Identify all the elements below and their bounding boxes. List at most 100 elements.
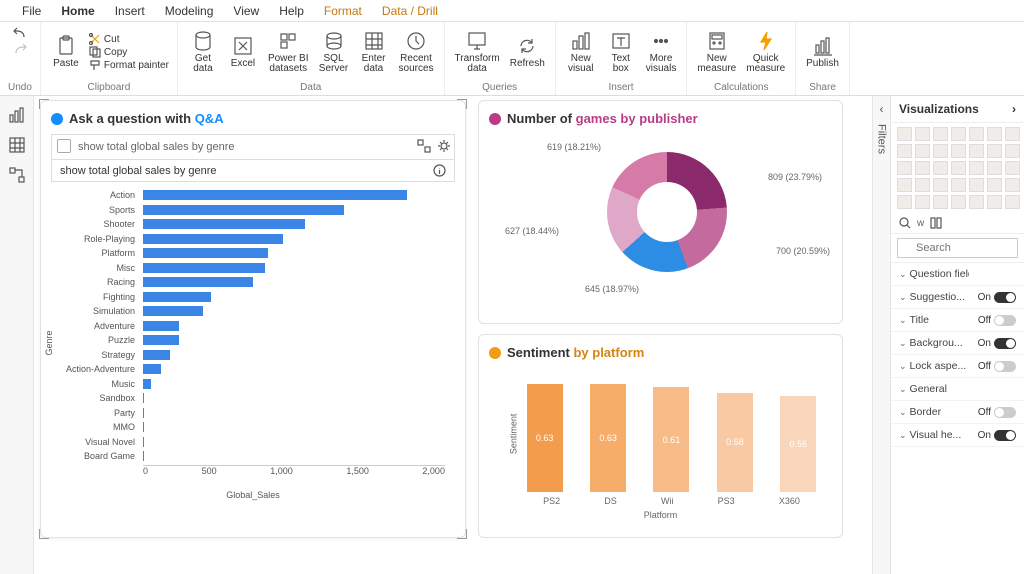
bar[interactable] — [143, 248, 268, 258]
new-measure-button[interactable]: New measure — [695, 30, 738, 75]
transform-data-button[interactable]: Transform data — [453, 30, 502, 75]
menu-home[interactable]: Home — [51, 1, 104, 21]
viz-type-icon[interactable] — [915, 195, 930, 209]
menu-file[interactable]: File — [12, 1, 51, 21]
viz-type-icon[interactable] — [933, 161, 948, 175]
column-bar[interactable]: 0.61 — [653, 387, 689, 492]
crop-handle[interactable] — [457, 99, 467, 109]
viz-type-icon[interactable] — [933, 127, 948, 141]
viz-type-icon[interactable] — [969, 144, 984, 158]
viz-type-icon[interactable] — [915, 144, 930, 158]
refresh-button[interactable]: Refresh — [508, 35, 547, 70]
viz-type-icon[interactable] — [969, 127, 984, 141]
bar[interactable] — [143, 393, 144, 403]
viz-type-icon[interactable] — [897, 195, 912, 209]
viz-type-icon[interactable] — [951, 127, 966, 141]
format-icon[interactable] — [930, 217, 942, 229]
publisher-card[interactable]: Number of games by publisher 809 (23.79%… — [478, 100, 843, 324]
format-property[interactable]: ⌄ Suggestio...On — [891, 286, 1024, 309]
viz-search-input[interactable] — [897, 238, 1018, 258]
toggle-switch[interactable]: On — [978, 338, 1016, 349]
bar[interactable] — [143, 335, 179, 345]
menu-insert[interactable]: Insert — [105, 1, 155, 21]
powerbi-datasets-button[interactable]: Power BI datasets — [266, 30, 311, 75]
format-property[interactable]: ⌄ General — [891, 378, 1024, 401]
sql-server-button[interactable]: SQL Server — [317, 30, 351, 75]
bar[interactable] — [143, 292, 211, 302]
viz-type-icon[interactable] — [969, 195, 984, 209]
bar[interactable] — [143, 306, 203, 316]
get-data-button[interactable]: Get data — [186, 30, 220, 75]
column-bar[interactable]: 0.58 — [717, 393, 753, 492]
viz-type-icon[interactable] — [987, 144, 1002, 158]
cut-button[interactable]: Cut — [89, 33, 169, 45]
viz-type-icon[interactable] — [951, 195, 966, 209]
chevron-left-icon[interactable]: ‹ — [880, 102, 884, 116]
viz-type-icon[interactable] — [897, 178, 912, 192]
filters-collapsed-pane[interactable]: ‹ Filters — [872, 96, 890, 574]
crop-handle[interactable] — [39, 99, 49, 109]
viz-type-icon[interactable] — [969, 161, 984, 175]
viz-type-icon[interactable] — [951, 144, 966, 158]
data-view-icon[interactable] — [8, 136, 26, 154]
format-property[interactable]: ⌄ Visual he...On — [891, 424, 1024, 447]
model-view-icon[interactable] — [8, 166, 26, 184]
menu-modeling[interactable]: Modeling — [155, 1, 224, 21]
viz-type-icon[interactable] — [1005, 127, 1020, 141]
menu-view[interactable]: View — [223, 1, 269, 21]
viz-type-icon[interactable] — [915, 127, 930, 141]
bar[interactable] — [143, 234, 283, 244]
toggle-switch[interactable]: On — [978, 292, 1016, 303]
excel-button[interactable]: Excel — [226, 35, 260, 70]
viz-type-icon[interactable] — [933, 144, 948, 158]
chevron-right-icon[interactable]: › — [1012, 102, 1016, 116]
sentiment-card[interactable]: Sentiment by platform Sentiment 0.630.63… — [478, 334, 843, 538]
bar[interactable] — [143, 190, 407, 200]
toggle-switch[interactable]: On — [978, 430, 1016, 441]
viz-type-icon[interactable] — [951, 161, 966, 175]
viz-type-icon[interactable] — [1005, 195, 1020, 209]
menu-help[interactable]: Help — [269, 1, 314, 21]
menu-format[interactable]: Format — [314, 1, 372, 21]
bar[interactable] — [143, 205, 344, 215]
viz-type-icon[interactable] — [1005, 161, 1020, 175]
qa-suggestion[interactable]: show total global sales by genre — [51, 160, 455, 182]
viz-type-icon[interactable] — [951, 178, 966, 192]
bar[interactable] — [143, 364, 161, 374]
bar[interactable] — [143, 321, 179, 331]
quick-measure-button[interactable]: Quick measure — [744, 30, 787, 75]
viz-type-icon[interactable] — [987, 161, 1002, 175]
undo-icon[interactable] — [12, 26, 28, 40]
format-property[interactable]: ⌄ Lock aspe...Off — [891, 355, 1024, 378]
info-icon[interactable] — [433, 164, 446, 177]
crop-handle[interactable] — [457, 529, 467, 539]
gear-icon[interactable] — [437, 139, 451, 153]
copy-button[interactable]: Copy — [89, 46, 169, 58]
viz-type-icon[interactable] — [1005, 144, 1020, 158]
column-bar[interactable]: 0.56 — [780, 396, 816, 492]
expand-icon[interactable] — [417, 139, 431, 153]
paste-button[interactable]: Paste — [49, 35, 83, 70]
viz-type-icon[interactable] — [915, 178, 930, 192]
viz-type-icon[interactable] — [987, 178, 1002, 192]
format-property[interactable]: ⌄ BorderOff — [891, 401, 1024, 424]
text-box-button[interactable]: Text box — [604, 30, 638, 75]
viz-type-icon[interactable] — [987, 195, 1002, 209]
report-view-icon[interactable] — [8, 106, 26, 124]
bar[interactable] — [143, 277, 253, 287]
column-bar[interactable]: 0.63 — [527, 384, 563, 492]
search-icon[interactable] — [899, 217, 911, 229]
viz-type-icon[interactable] — [897, 144, 912, 158]
qa-input[interactable] — [51, 134, 455, 160]
recent-sources-button[interactable]: Recent sources — [397, 30, 436, 75]
viz-type-icon[interactable] — [897, 161, 912, 175]
format-property[interactable]: ⌄ Question field — [891, 263, 1024, 286]
enter-data-button[interactable]: Enter data — [357, 30, 391, 75]
column-bar[interactable]: 0.63 — [590, 384, 626, 492]
menu-data-drill[interactable]: Data / Drill — [372, 1, 448, 21]
report-canvas[interactable]: Ask a question with Q&A ⋯ show total glo… — [34, 96, 872, 574]
bar[interactable] — [143, 408, 144, 418]
format-painter-button[interactable]: Format painter — [89, 59, 169, 71]
bar[interactable] — [143, 379, 151, 389]
bar[interactable] — [143, 263, 265, 273]
